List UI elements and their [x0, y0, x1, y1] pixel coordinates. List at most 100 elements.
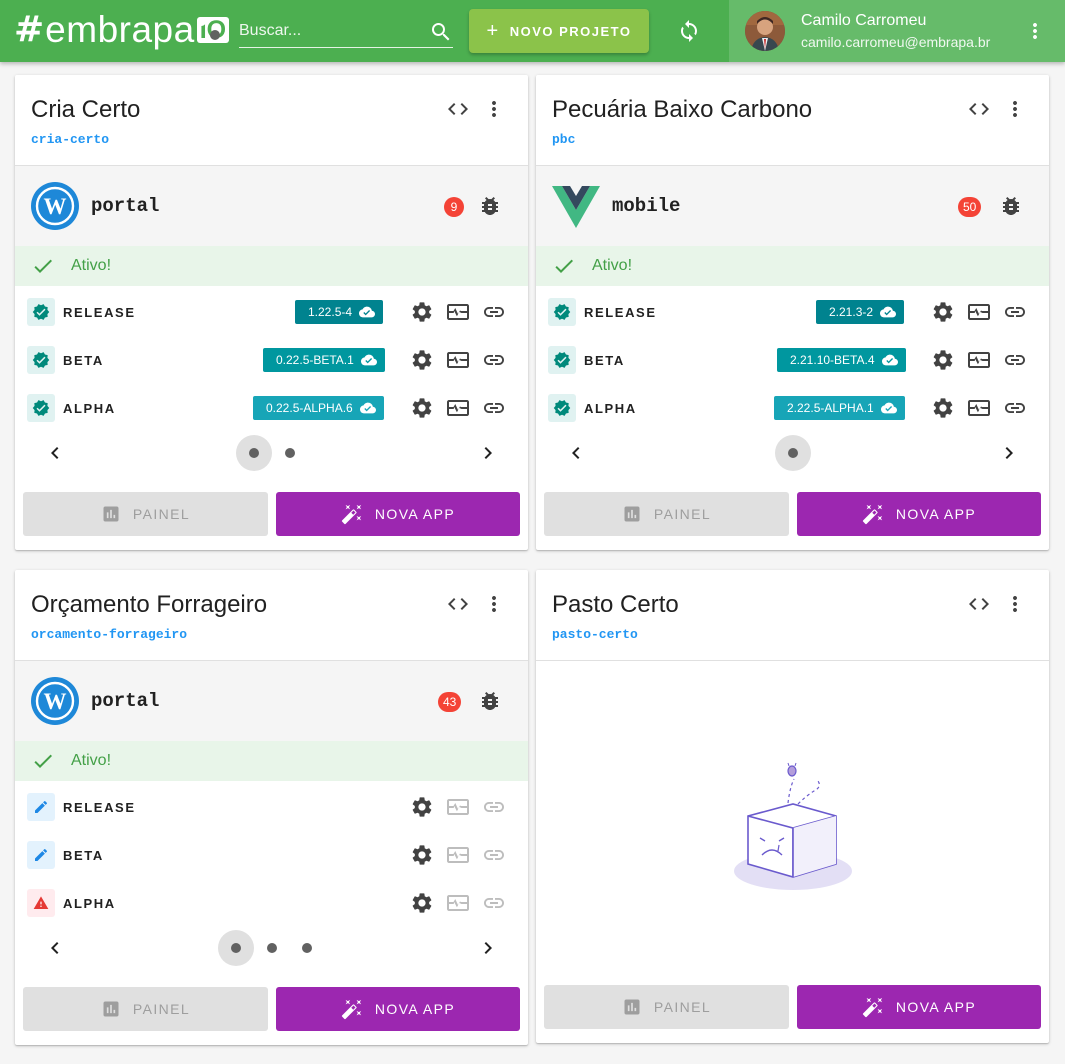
bug-icon[interactable]: [999, 194, 1023, 218]
stage-alpha: ALPHA: [15, 879, 528, 927]
version-chip[interactable]: 2.21.10-BETA.4: [777, 348, 906, 372]
link-icon[interactable]: [482, 300, 506, 324]
link-icon[interactable]: [482, 396, 506, 420]
new-app-button[interactable]: NOVA APP: [276, 987, 520, 1031]
new-app-button[interactable]: NOVA APP: [797, 985, 1041, 1029]
bug-icon[interactable]: [478, 194, 502, 218]
user-email: camilo.carromeu@embrapa.br: [801, 34, 991, 50]
carousel-dot[interactable]: [236, 435, 272, 471]
monitor-heart-icon: [447, 799, 469, 815]
new-app-button[interactable]: NOVA APP: [797, 492, 1041, 536]
panel-button[interactable]: PAINEL: [23, 492, 268, 536]
monitor-heart-icon[interactable]: [446, 348, 470, 372]
stage-label: ALPHA: [63, 401, 116, 416]
chevron-right-icon[interactable]: [476, 441, 500, 465]
project-slug[interactable]: orcamento-forrageiro: [31, 627, 187, 642]
version-chip[interactable]: 0.22.5-ALPHA.6: [253, 396, 384, 420]
bar-chart-icon: [103, 506, 119, 522]
stage-beta: BETA 0.22.5-BETA.1: [15, 336, 528, 384]
chevron-left-icon[interactable]: [43, 936, 67, 960]
bar-chart-icon: [624, 999, 640, 1015]
version-chip[interactable]: 1.22.5-4: [295, 300, 384, 324]
settings-icon[interactable]: [410, 843, 434, 867]
code-icon[interactable]: [967, 592, 991, 616]
status-text: Ativo!: [71, 752, 112, 769]
settings-icon[interactable]: [410, 396, 434, 420]
link-icon: [484, 850, 504, 860]
wordpress-logo: W: [31, 677, 79, 725]
cloud-done-icon: [360, 354, 377, 366]
chevron-left-icon[interactable]: [564, 441, 588, 465]
stage-label: BETA: [63, 353, 104, 368]
sync-icon[interactable]: [677, 19, 701, 43]
status-bar: Ativo!: [536, 246, 1049, 286]
status-text: Ativo!: [71, 257, 112, 274]
carousel-dot[interactable]: [218, 930, 254, 966]
status-text: Ativo!: [592, 257, 633, 274]
panel-button[interactable]: PAINEL: [544, 985, 789, 1029]
version-chip[interactable]: 0.22.5-BETA.1: [263, 348, 385, 372]
settings-icon[interactable]: [931, 348, 955, 372]
warning-icon: [27, 889, 55, 917]
svg-text:W: W: [44, 194, 67, 219]
link-icon[interactable]: [482, 348, 506, 372]
check-icon: [34, 754, 52, 768]
new-project-button[interactable]: + NOVO PROJETO: [469, 9, 649, 53]
panel-button[interactable]: PAINEL: [23, 987, 268, 1031]
monitor-heart-icon[interactable]: [446, 300, 470, 324]
settings-icon[interactable]: [410, 795, 434, 819]
plus-icon: +: [486, 20, 500, 42]
code-icon[interactable]: [967, 97, 991, 121]
more-vert-icon[interactable]: [1023, 19, 1047, 43]
verified-icon: [548, 346, 576, 374]
carousel-dot[interactable]: [254, 930, 290, 966]
project-slug[interactable]: pasto-certo: [552, 627, 638, 642]
monitor-heart-icon[interactable]: [967, 300, 991, 324]
verified-icon: [548, 298, 576, 326]
code-icon[interactable]: [446, 592, 470, 616]
settings-icon[interactable]: [410, 300, 434, 324]
carousel-dot[interactable]: [272, 435, 308, 471]
more-vert-icon[interactable]: [1003, 592, 1027, 616]
version-chip[interactable]: 2.21.3-2: [816, 300, 905, 324]
user-profile[interactable]: Camilo Carromeu camilo.carromeu@embrapa.…: [729, 0, 1065, 62]
settings-icon[interactable]: [931, 300, 955, 324]
project-title: Cria Certo: [31, 96, 141, 123]
monitor-heart-icon[interactable]: [967, 348, 991, 372]
monitor-heart-icon[interactable]: [967, 396, 991, 420]
check-icon: [34, 259, 52, 273]
settings-icon[interactable]: [931, 396, 955, 420]
bug-icon[interactable]: [478, 689, 502, 713]
status-bar: Ativo!: [15, 741, 528, 781]
link-icon[interactable]: [1003, 348, 1027, 372]
monitor-heart-icon[interactable]: [446, 396, 470, 420]
new-app-button[interactable]: NOVA APP: [276, 492, 520, 536]
search-icon[interactable]: [429, 20, 453, 44]
more-vert-icon[interactable]: [482, 592, 506, 616]
link-icon[interactable]: [1003, 396, 1027, 420]
app-bar: # embrapa IO + NOVO PROJETO Camilo Carro…: [0, 0, 1065, 62]
embrapa-io-logo[interactable]: # embrapa IO: [14, 11, 230, 48]
verified-icon: [27, 394, 55, 422]
more-vert-icon[interactable]: [1003, 97, 1027, 121]
version-chip[interactable]: 2.22.5-ALPHA.1: [774, 396, 905, 420]
more-vert-icon[interactable]: [482, 97, 506, 121]
settings-icon[interactable]: [410, 348, 434, 372]
link-icon[interactable]: [1003, 300, 1027, 324]
app-name: portal: [91, 690, 160, 712]
chevron-left-icon[interactable]: [43, 441, 67, 465]
panel-button[interactable]: PAINEL: [544, 492, 789, 536]
search-input[interactable]: [239, 18, 419, 44]
chevron-right-icon[interactable]: [476, 936, 500, 960]
settings-icon[interactable]: [410, 891, 434, 915]
carousel-dot[interactable]: [289, 930, 325, 966]
stage-alpha: ALPHA 2.22.5-ALPHA.1: [536, 384, 1049, 432]
project-slug[interactable]: cria-certo: [31, 132, 109, 147]
stage-alpha: ALPHA 0.22.5-ALPHA.6: [15, 384, 528, 432]
carousel-dot[interactable]: [775, 435, 811, 471]
stage-label: BETA: [63, 848, 104, 863]
cloud-done-icon: [880, 306, 897, 318]
code-icon[interactable]: [446, 97, 470, 121]
chevron-right-icon[interactable]: [997, 441, 1021, 465]
project-slug[interactable]: pbc: [552, 132, 575, 147]
